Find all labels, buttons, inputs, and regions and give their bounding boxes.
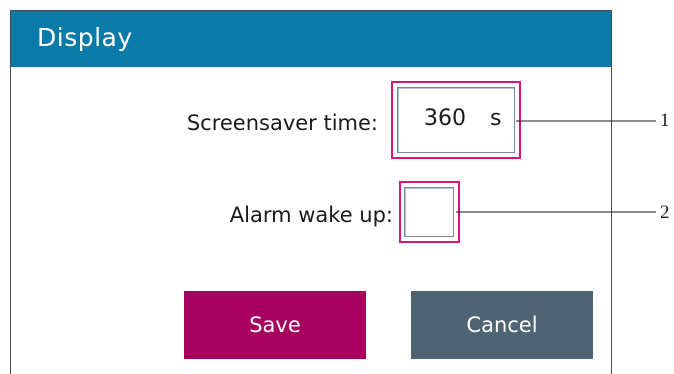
screensaver-time-input[interactable]: 360 s <box>397 87 515 153</box>
cancel-button[interactable]: Cancel <box>411 291 593 359</box>
screensaver-time-unit: s <box>490 106 502 131</box>
alarm-wake-up-checkbox[interactable] <box>404 187 454 237</box>
callout-number-2: 2 <box>660 202 670 223</box>
screensaver-time-label: Screensaver time: <box>186 111 378 135</box>
figure-stage: Display Screensaver time: 360 s Alarm wa… <box>0 0 674 374</box>
dialog-titlebar: Display <box>11 11 611 67</box>
alarm-wake-up-label: Alarm wake up: <box>229 203 393 227</box>
screensaver-time-value: 360 <box>424 106 466 131</box>
dialog-title: Display <box>37 23 133 52</box>
save-button[interactable]: Save <box>184 291 366 359</box>
display-dialog: Display Screensaver time: 360 s Alarm wa… <box>10 10 612 374</box>
callout-number-1: 1 <box>660 110 670 131</box>
